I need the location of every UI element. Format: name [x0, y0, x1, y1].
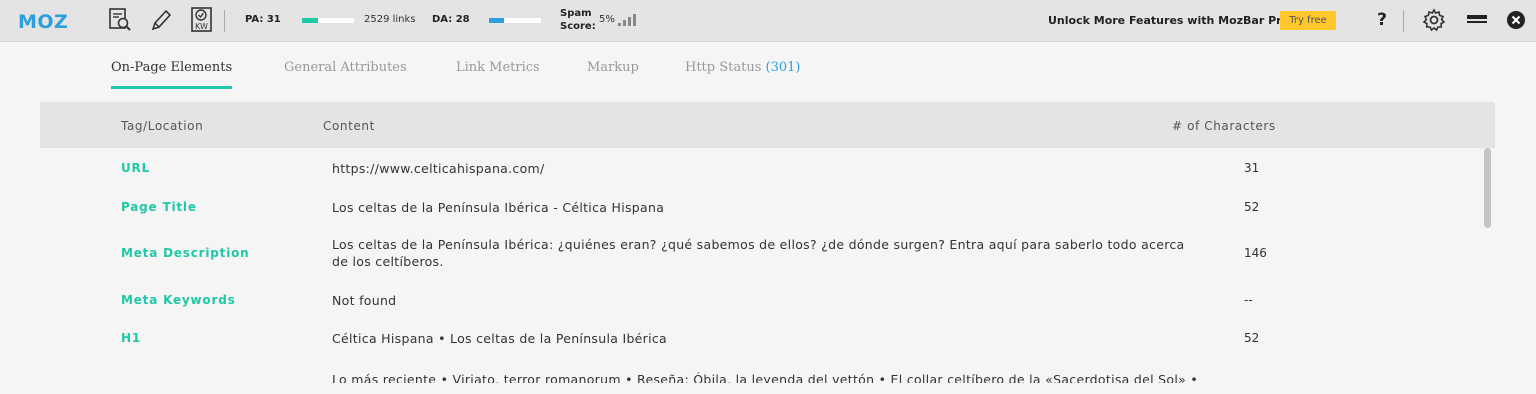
row-count: 52	[1244, 331, 1260, 345]
http-status-code: (301)	[765, 60, 801, 75]
row-count: 146	[1244, 246, 1267, 260]
tab-markup[interactable]: Markup	[587, 60, 639, 90]
row-content: Los celtas de la Península Ibérica - Cél…	[332, 200, 665, 215]
svg-text:KW: KW	[195, 22, 208, 31]
row-tag: Meta Keywords	[121, 293, 236, 307]
da-label: DA: 28	[432, 14, 470, 25]
pa-bar	[302, 18, 354, 23]
try-free-button[interactable]: Try free	[1280, 11, 1336, 30]
links-count[interactable]: 2529 links	[364, 14, 416, 25]
column-header-characters: # of Characters	[1172, 119, 1276, 133]
spam-score-value: 5%	[599, 14, 615, 25]
keyword-kw-icon[interactable]: KW	[189, 6, 215, 34]
tab-on-page-elements[interactable]: On-Page Elements	[111, 60, 233, 90]
tab-general-attributes[interactable]: General Attributes	[284, 60, 407, 90]
row-tag: Meta Description	[121, 246, 250, 260]
spam-score-bars-icon	[618, 14, 636, 26]
tab-link-metrics[interactable]: Link Metrics	[456, 60, 540, 90]
partial-row-content: Lo más reciente • Viriato, terror romano…	[332, 372, 1199, 383]
page-analysis-icon[interactable]	[107, 6, 133, 34]
row-content: Los celtas de la Península Ibérica: ¿qui…	[332, 237, 1185, 269]
gear-icon[interactable]	[1421, 6, 1447, 34]
column-header-content: Content	[323, 119, 375, 133]
help-icon[interactable]: ?	[1369, 6, 1395, 34]
toolbar-divider-right	[1403, 10, 1404, 32]
toolbar-divider	[224, 10, 225, 32]
row-count: --	[1244, 293, 1253, 307]
moz-logo[interactable]: MOZ	[18, 11, 68, 33]
row-content: https://www.celticahispana.com/	[332, 161, 545, 176]
highlighter-pencil-icon[interactable]	[148, 6, 174, 34]
tab-http-status[interactable]: Http Status (301)	[685, 60, 801, 90]
pa-label: PA: 31	[245, 14, 281, 25]
column-header-tag: Tag/Location	[121, 119, 204, 133]
mozbar-toolbar: MOZ KW PA: 31 2529 links DA: 28 Spam Sco…	[0, 0, 1536, 42]
row-content: Céltica Hispana • Los celtas de la Penín…	[332, 331, 668, 346]
minimize-bar-icon[interactable]	[1464, 6, 1490, 34]
pa-bar-fill	[302, 18, 319, 23]
da-bar	[489, 18, 541, 23]
table-header: Tag/Location Content # of Characters	[40, 102, 1495, 148]
row-count: 52	[1244, 200, 1260, 214]
spam-score-label: Spam Score:	[560, 8, 596, 32]
row-content: Not found	[332, 293, 397, 308]
row-tag: H1	[121, 331, 141, 345]
row-tag: URL	[121, 161, 151, 175]
row-tag: Page Title	[121, 200, 197, 214]
da-bar-fill	[489, 18, 504, 23]
scrollbar-thumb[interactable]	[1484, 148, 1491, 228]
row-count: 31	[1244, 161, 1260, 175]
tab-http-status-label: Http Status	[685, 60, 762, 75]
close-icon[interactable]	[1503, 6, 1529, 34]
